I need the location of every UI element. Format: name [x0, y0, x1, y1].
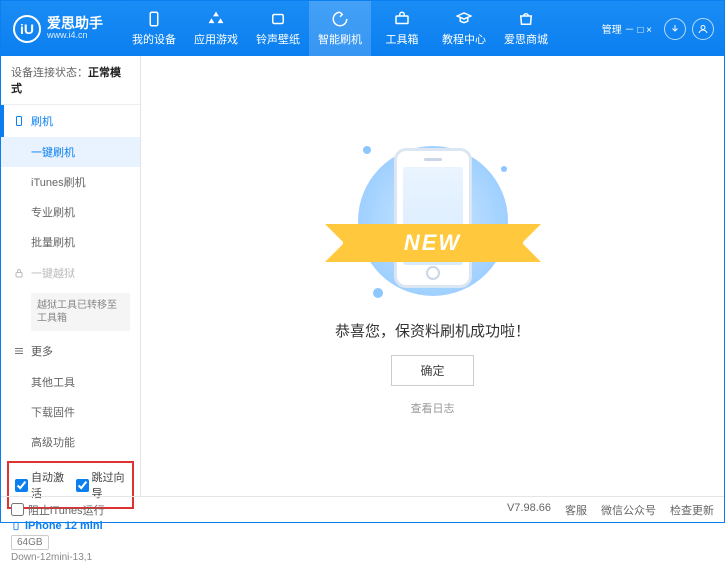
download-icon[interactable] — [664, 18, 686, 40]
nav-smart-flash[interactable]: 智能刷机 — [309, 1, 371, 56]
sidebar-item-itunes-flash[interactable]: iTunes刷机 — [1, 167, 140, 197]
view-log-link[interactable]: 查看日志 — [411, 400, 455, 416]
app-window: iU 爱思助手 www.i4.cn 我的设备 应用游戏 铃声壁纸 智能刷机 工具… — [0, 0, 725, 523]
brand: iU 爱思助手 www.i4.cn — [1, 15, 115, 43]
menu-icon — [13, 345, 25, 357]
brand-logo-icon: iU — [13, 15, 41, 43]
sidebar-section-more[interactable]: 更多 — [1, 335, 140, 367]
main-content: NEW 恭喜您，保资料刷机成功啦！ 确定 查看日志 — [141, 56, 724, 496]
connection-status: 设备连接状态：正常模式 — [1, 56, 140, 105]
window-controls[interactable]: 管理 － □ × — [602, 21, 652, 36]
block-itunes-checkbox[interactable]: 阻止iTunes运行 — [11, 502, 105, 518]
sidebar-item-other-tools[interactable]: 其他工具 — [1, 367, 140, 397]
support-link[interactable]: 客服 — [565, 502, 587, 518]
user-icon[interactable] — [692, 18, 714, 40]
success-message: 恭喜您，保资料刷机成功啦！ — [335, 320, 530, 341]
nav-my-device[interactable]: 我的设备 — [123, 1, 185, 56]
titlebar-right: 管理 － □ × — [602, 18, 724, 40]
success-illustration: NEW — [353, 136, 513, 306]
sidebar-item-advanced[interactable]: 高级功能 — [1, 427, 140, 457]
sidebar-section-jailbreak: 一键越狱 — [1, 257, 140, 289]
nav-ringtones[interactable]: 铃声壁纸 — [247, 1, 309, 56]
brand-url: www.i4.cn — [47, 31, 103, 41]
sidebar-item-pro-flash[interactable]: 专业刷机 — [1, 197, 140, 227]
phone-icon — [13, 115, 25, 127]
main-nav: 我的设备 应用游戏 铃声壁纸 智能刷机 工具箱 教程中心 爱思商城 — [123, 1, 557, 56]
new-ribbon: NEW — [343, 224, 523, 262]
sidebar-item-oneclick-flash[interactable]: 一键刷机 — [1, 137, 140, 167]
nav-store[interactable]: 爱思商城 — [495, 1, 557, 56]
titlebar: iU 爱思助手 www.i4.cn 我的设备 应用游戏 铃声壁纸 智能刷机 工具… — [1, 1, 724, 56]
nav-toolbox[interactable]: 工具箱 — [371, 1, 433, 56]
nav-tutorials[interactable]: 教程中心 — [433, 1, 495, 56]
sidebar: 设备连接状态：正常模式 刷机 一键刷机 iTunes刷机 专业刷机 批量刷机 一… — [1, 56, 141, 496]
ok-button[interactable]: 确定 — [391, 355, 473, 386]
version-label: V7.98.66 — [507, 502, 551, 518]
device-storage-badge: 64GB — [11, 535, 49, 550]
jailbreak-moved-note: 越狱工具已转移至工具箱 — [31, 293, 130, 331]
sidebar-section-flash[interactable]: 刷机 — [1, 105, 140, 137]
brand-name: 爱思助手 — [47, 16, 103, 31]
sidebar-item-batch-flash[interactable]: 批量刷机 — [1, 227, 140, 257]
wechat-link[interactable]: 微信公众号 — [601, 502, 656, 518]
sidebar-item-download-fw[interactable]: 下载固件 — [1, 397, 140, 427]
statusbar: 阻止iTunes运行 V7.98.66 客服 微信公众号 检查更新 — [1, 496, 724, 522]
device-firmware: Down-12mini-13,1 — [11, 552, 130, 563]
nav-apps-games[interactable]: 应用游戏 — [185, 1, 247, 56]
lock-icon — [13, 267, 25, 279]
check-update-link[interactable]: 检查更新 — [670, 502, 714, 518]
